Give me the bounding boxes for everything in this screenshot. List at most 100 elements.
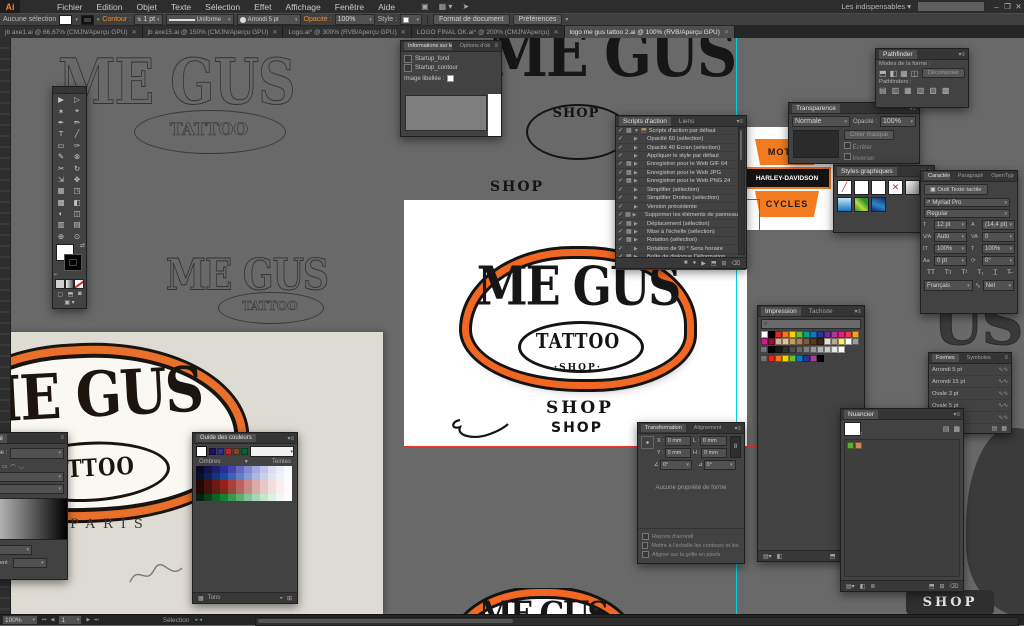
current-swatch[interactable]: ▱ [844, 422, 861, 436]
y-input[interactable]: 0 mm [665, 448, 691, 458]
action-row[interactable]: ✓ ▶ Version précédente [616, 203, 746, 211]
color-swatch[interactable] [775, 346, 782, 353]
tab-close-icon[interactable]: ✕ [132, 29, 137, 36]
blend-mode-select[interactable]: Normale▾ [792, 116, 850, 127]
action-row[interactable]: ✓ ▦ ▼ ⬒ Scripts d'action par défaut [616, 127, 746, 135]
menu-item[interactable]: Aide [371, 2, 402, 12]
swatch-search-field[interactable]: ⌕ [761, 319, 861, 329]
graphic-style-swatch[interactable] [905, 180, 920, 195]
menu-item[interactable]: Objet [130, 2, 164, 12]
shape-mode-icon[interactable]: ◫ [911, 69, 919, 78]
action-row[interactable]: ✓ ▶ Appliquer le style par défaut [616, 152, 746, 160]
document-setup-button[interactable]: Format de document [433, 14, 510, 25]
dialog-toggle-icon[interactable]: ▦ [625, 212, 630, 218]
checkbox[interactable] [642, 551, 649, 558]
tab-close-icon[interactable]: ✕ [724, 29, 729, 36]
ramp-swatch[interactable] [228, 494, 236, 501]
base-color-swatch[interactable] [196, 446, 207, 457]
action-check-icon[interactable]: ✓ [618, 161, 624, 167]
tool-button[interactable]: ▷ [69, 94, 85, 105]
kind-icon[interactable]: ◧ [777, 553, 783, 560]
color-swatch[interactable] [831, 331, 838, 338]
dialog-toggle-icon[interactable]: ▦ [626, 161, 632, 167]
type-style-button[interactable]: T̲ [993, 269, 997, 276]
color-swatch[interactable] [845, 338, 852, 345]
color-swatch[interactable] [782, 355, 789, 362]
tab-close-icon[interactable]: ✕ [401, 29, 406, 36]
action-row[interactable]: ✓ ▦ ▶ Supprimer les éléments de panneau … [616, 211, 746, 219]
color-swatch[interactable] [761, 331, 768, 338]
stroke-across-icon[interactable]: ◡ [19, 463, 24, 470]
tab-informations[interactable]: Informations sur le d... [404, 42, 452, 50]
ramp-swatch[interactable] [212, 466, 220, 473]
delete-icon[interactable]: ⌫ [950, 583, 958, 590]
char-field-input[interactable]: 0°▾ [982, 256, 1015, 266]
document-tab[interactable]: LOGO FINAL OK.ai* @ 200% (CMJN/Aperçu) ✕ [412, 26, 565, 38]
ramp-swatch[interactable] [196, 487, 204, 494]
type-style-button[interactable]: T¹ [961, 269, 967, 276]
color-swatch[interactable] [761, 338, 768, 345]
color-swatch[interactable] [824, 346, 831, 353]
ramp-swatch[interactable] [284, 487, 292, 494]
search-input[interactable] [917, 1, 985, 12]
expand-triangle-icon[interactable]: ▶ [634, 221, 639, 227]
tab-styles-graphiques[interactable]: Styles graphiques [837, 167, 897, 176]
transform-check-row[interactable]: Mettre à l'échelle les contours et les e… [638, 541, 744, 550]
language-select[interactable]: Français▾ [924, 280, 973, 291]
color-swatch[interactable] [803, 346, 810, 353]
graphic-style-swatch[interactable]: ✕ [888, 180, 903, 195]
action-row[interactable]: ✓ ▶ Opacité 40 Écran (sélection) [616, 144, 746, 152]
menu-item[interactable]: Sélection [198, 2, 247, 12]
panel-menu-icon[interactable]: ≡ [60, 435, 64, 441]
color-swatch[interactable] [845, 331, 852, 338]
tool-button[interactable]: ↻ [69, 162, 85, 173]
menu-item[interactable]: Effet [247, 2, 278, 12]
action-check-icon[interactable]: ✓ [618, 136, 624, 142]
action-row[interactable]: ✓ ▶ Opacité 60 (sélection) [616, 135, 746, 143]
preferences-button[interactable]: Préférences [513, 14, 563, 25]
tab-liens[interactable]: Liens [675, 117, 699, 126]
tool-button[interactable]: ▥ [53, 219, 69, 230]
color-swatch[interactable] [824, 331, 831, 338]
font-family-select[interactable]: ⌕Myriad Pro▾ [924, 198, 1010, 207]
menu-item[interactable]: Fichier [50, 2, 90, 12]
pathfinder-icon[interactable]: ▤ [879, 86, 887, 95]
ramp-swatch[interactable] [204, 466, 212, 473]
panel-menu-icon[interactable]: ▾≡ [287, 435, 294, 442]
libraries-icon[interactable]: ▤▾ [846, 583, 855, 590]
ramp-swatch[interactable] [228, 473, 236, 480]
stroke-width-input[interactable]: ⇅1 pt▾ [134, 14, 162, 25]
action-row[interactable]: ✓ ▦ ▶ Enregistrer pour le Web JPG [616, 169, 746, 177]
next-artboard-icon[interactable]: ▶ [86, 617, 90, 623]
menu-item[interactable]: Edition [90, 2, 130, 12]
color-swatch[interactable] [789, 338, 796, 345]
ramp-swatch[interactable] [204, 494, 212, 501]
screen-mode-icon[interactable]: ▣ ▾ [64, 300, 74, 306]
default-fill-stroke-icon[interactable]: ▪▫ [54, 272, 58, 278]
ramp-swatch[interactable] [236, 480, 244, 487]
dialog-toggle-icon[interactable]: ▦ [626, 178, 632, 184]
tool-button[interactable]: ◳ [69, 185, 85, 196]
tab-degrade[interactable]: Dégradé [0, 434, 7, 443]
gradient-slider[interactable] [0, 498, 67, 540]
ramp-swatch[interactable] [228, 466, 236, 473]
kind-icon[interactable]: ◧ [860, 583, 866, 590]
stroke-swatch[interactable] [64, 254, 82, 271]
action-check-icon[interactable]: ✓ [618, 178, 624, 184]
expand-triangle-icon[interactable]: ▶ [633, 212, 637, 218]
ramp-swatch[interactable] [252, 487, 260, 494]
action-check-icon[interactable]: ✓ [618, 229, 624, 235]
tab-tachiste[interactable]: Tachiste [805, 307, 837, 316]
new-set-icon[interactable]: ⬒ [711, 260, 717, 267]
color-swatch[interactable] [803, 331, 810, 338]
tab-impression[interactable]: Impression [761, 307, 801, 316]
expand-triangle-icon[interactable]: ▶ [634, 229, 639, 235]
panel-menu-icon[interactable]: ▾≡ [958, 51, 965, 58]
ramp-swatch[interactable] [260, 473, 268, 480]
color-swatch[interactable] [817, 355, 824, 362]
dialog-toggle-icon[interactable]: ▦ [626, 237, 632, 243]
color-swatch[interactable] [838, 331, 845, 338]
ramp-swatch[interactable] [212, 473, 220, 480]
checkbox[interactable] [404, 64, 412, 72]
harmony-chip[interactable] [225, 448, 232, 455]
